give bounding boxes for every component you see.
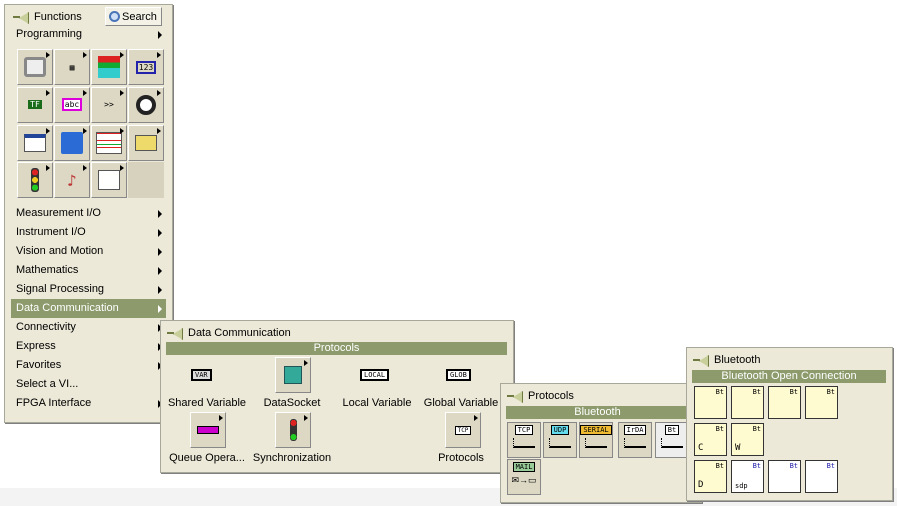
protocols-palette: Protocols Bluetooth TCP UDP SERIAL IrDA … [500, 383, 702, 503]
queue-operations-icon[interactable] [190, 412, 226, 448]
section-header: Protocols [166, 342, 507, 355]
mail-icon[interactable]: MAIL ✉→▭ [507, 459, 541, 495]
global-variable-icon[interactable]: GLOB [446, 368, 471, 381]
timing-icon[interactable] [128, 86, 164, 123]
local-variable-label[interactable]: Local Variable [343, 397, 412, 409]
category-programming[interactable]: Programming [11, 25, 166, 44]
pin-icon[interactable] [167, 327, 183, 339]
shared-variable-icon[interactable]: VAR [191, 368, 212, 381]
local-variable-icon[interactable]: LOCAL [360, 368, 390, 381]
synchronization-label[interactable]: Synchronization [253, 452, 331, 464]
palette-title-bar[interactable]: Bluetooth [693, 352, 760, 368]
item-mathematics[interactable]: Mathematics [11, 261, 166, 280]
string-icon[interactable]: abc [54, 86, 90, 123]
datasocket-icon[interactable] [275, 357, 311, 393]
waveform-icon[interactable] [91, 124, 127, 161]
synchronization-icon[interactable] [275, 412, 311, 448]
palette-title: Protocols [528, 390, 574, 402]
item-measurement-io[interactable]: Measurement I/O [11, 204, 166, 223]
shared-variable-label[interactable]: Shared Variable [168, 397, 246, 409]
item-fpga-interface[interactable]: FPGA Interface [11, 394, 166, 413]
irda-icon[interactable]: IrDA [618, 422, 652, 458]
bt-open-connection-icon[interactable]: Bt [694, 386, 727, 419]
bt-wait-on-listener-icon[interactable]: Bt W [731, 423, 764, 456]
item-connectivity[interactable]: Connectivity [11, 318, 166, 337]
serial-icon[interactable]: SERIAL [579, 422, 613, 458]
queue-operations-label[interactable]: Queue Opera... [169, 452, 245, 464]
global-variable-label[interactable]: Global Variable [424, 397, 498, 409]
cluster-icon[interactable] [91, 49, 127, 85]
palette-title-bar[interactable]: Data Communication [167, 325, 291, 341]
item-favorites[interactable]: Favorites [11, 356, 166, 375]
protocols-label[interactable]: Protocols [438, 452, 484, 464]
datasocket-label[interactable]: DataSocket [264, 397, 321, 409]
comparison-icon[interactable]: >> [91, 86, 127, 123]
item-vision-and-motion[interactable]: Vision and Motion [11, 242, 166, 261]
array-icon[interactable]: ▦ [54, 49, 90, 85]
item-data-communication[interactable]: Data Communication [11, 299, 166, 318]
empty-cell [128, 162, 164, 199]
bt-service-discovery-icon[interactable]: Bt sdp [731, 460, 764, 493]
numeric-icon[interactable]: 123 [128, 49, 164, 85]
pin-icon[interactable] [507, 390, 523, 402]
graphics-sound-icon[interactable]: ♪ [54, 162, 90, 199]
data-communication-palette: Data Communication Protocols VAR Shared … [160, 320, 514, 473]
tcp-icon[interactable]: TCP [507, 422, 541, 458]
palette-title: Data Communication [188, 327, 291, 339]
dialog-ui-icon[interactable] [17, 124, 53, 161]
synchronization-icon[interactable] [17, 162, 53, 199]
bt-read-icon[interactable]: Bt [768, 386, 801, 419]
bt-create-listener-icon[interactable]: Bt C [694, 423, 727, 456]
bt-write-icon[interactable]: Bt [731, 386, 764, 419]
palette-title: Bluetooth [714, 354, 761, 366]
bt-discover-icon[interactable]: Bt D [694, 460, 727, 493]
boolean-icon[interactable]: TF [17, 86, 53, 123]
item-instrument-io[interactable]: Instrument I/O [11, 223, 166, 242]
programming-icon-grid: ▦ 123 TF abc >> ♪ [17, 49, 166, 199]
section-header: Bluetooth Open Connection [692, 370, 886, 383]
palette-title: Functions [34, 11, 82, 23]
item-signal-processing[interactable]: Signal Processing [11, 280, 166, 299]
palette-title-bar[interactable]: Protocols [507, 388, 574, 404]
bluetooth-palette: Bluetooth Bluetooth Open Connection Bt B… [686, 347, 893, 501]
bluetooth-icon[interactable]: Bt [655, 422, 689, 458]
bt-start-advertising-icon[interactable]: Bt [768, 460, 801, 493]
item-select-a-vi[interactable]: Select a VI... [11, 375, 166, 394]
item-express[interactable]: Express [11, 337, 166, 356]
protocols-icon[interactable]: TCP [445, 412, 481, 448]
pin-icon[interactable] [693, 354, 709, 366]
pin-icon[interactable] [13, 11, 29, 23]
bt-close-connection-icon[interactable]: Bt [805, 386, 838, 419]
report-generation-icon[interactable] [91, 162, 127, 199]
functions-palette: Functions Search Programming ▦ 123 TF ab… [4, 4, 173, 423]
bt-stop-advertising-icon[interactable]: Bt [805, 460, 838, 493]
search-button[interactable]: Search [105, 7, 162, 26]
palette-title-bar[interactable]: Functions [13, 9, 82, 25]
file-io-icon[interactable] [54, 124, 90, 161]
section-header: Bluetooth [506, 406, 689, 419]
structures-icon[interactable] [17, 49, 53, 85]
search-icon [109, 11, 120, 22]
search-label: Search [122, 10, 157, 23]
application-control-icon[interactable] [128, 124, 164, 161]
udp-icon[interactable]: UDP [543, 422, 577, 458]
